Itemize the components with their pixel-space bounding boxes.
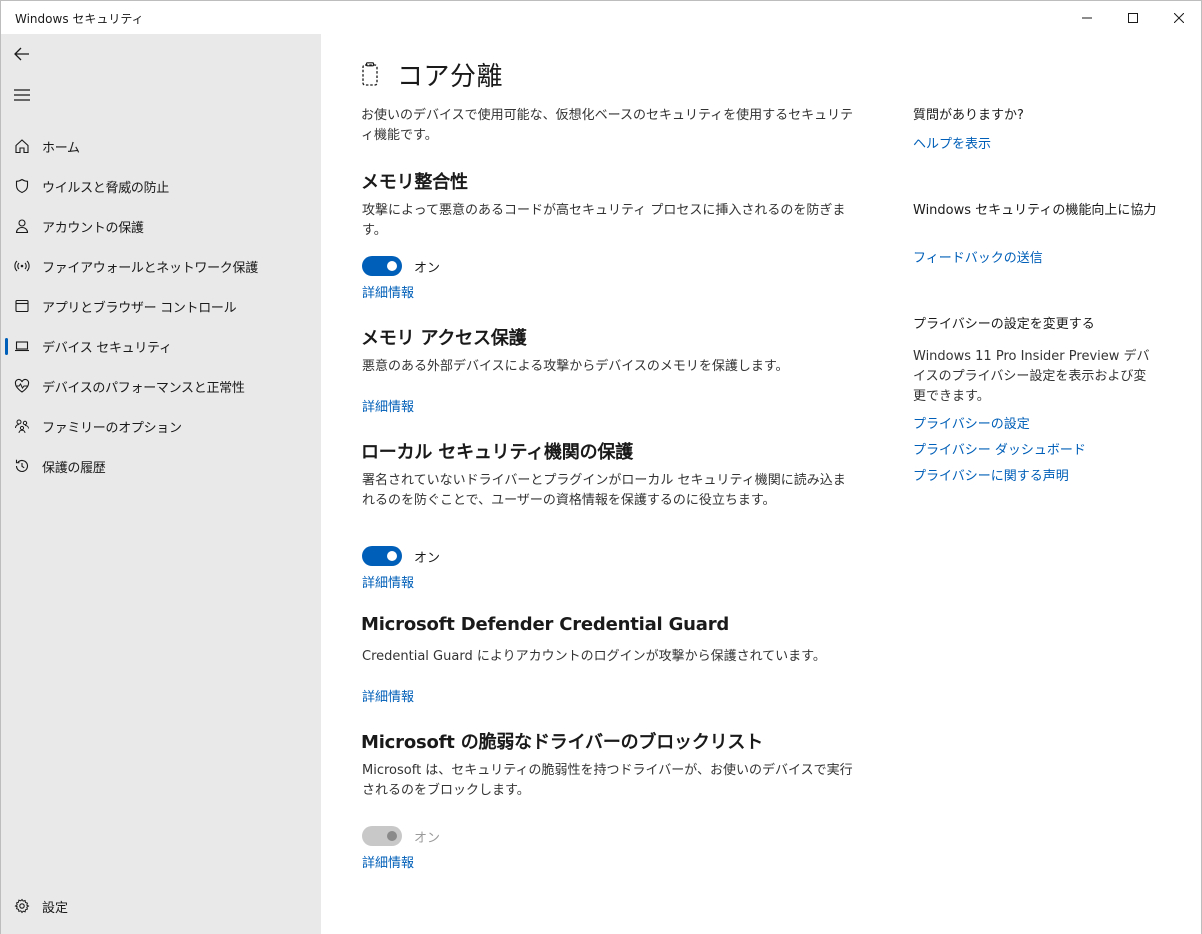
- wireless-icon: [13, 257, 31, 275]
- sidebar-item-label: ホーム: [42, 140, 80, 156]
- sidebar-item-label: ウイルスと脅威の防止: [42, 180, 170, 196]
- back-arrow-icon: [14, 47, 29, 61]
- driver-blocklist-toggle-label: オン: [414, 830, 441, 846]
- privacy-dashboard-link[interactable]: プライバシー ダッシュボード: [913, 439, 1086, 458]
- main-content: コア分離 お使いのデバイスで使用可能な、仮想化ベースのセキュリティを使用するセキ…: [321, 34, 1201, 934]
- maximize-icon: [1128, 12, 1138, 23]
- lsa-protection-description: 署名されていないドライバーとプラグインがローカル セキュリティ機関に読み込まれる…: [362, 473, 846, 508]
- memory-integrity-toggle[interactable]: [362, 256, 402, 276]
- lsa-protection-toggle-row: オン: [362, 546, 440, 566]
- person-icon: [13, 217, 31, 235]
- title-bar: Windows セキュリティ: [1, 1, 1201, 34]
- help-link[interactable]: ヘルプを表示: [913, 133, 991, 152]
- sidebar-item-family-options[interactable]: ファミリーのオプション: [1, 406, 321, 446]
- sidebar-item-firewall[interactable]: ファイアウォールとネットワーク保護: [1, 246, 321, 286]
- sidebar-item-settings[interactable]: 設定: [1, 886, 321, 926]
- gear-icon: [13, 897, 31, 915]
- sidebar-item-device-security[interactable]: デバイス セキュリティ: [1, 326, 321, 366]
- window-title: Windows セキュリティ: [15, 12, 144, 26]
- sidebar-item-label: 保護の履歴: [42, 460, 106, 476]
- question-heading: 質問がありますか?: [913, 108, 1024, 123]
- feedback-link[interactable]: フィードバックの送信: [913, 247, 1043, 266]
- home-icon: [13, 137, 31, 155]
- privacy-heading: プライバシーの設定を変更する: [913, 317, 1095, 332]
- memory-integrity-toggle-label: オン: [414, 260, 441, 276]
- menu-button[interactable]: [2, 79, 42, 111]
- privacy-settings-link[interactable]: プライバシーの設定: [913, 413, 1030, 432]
- toggle-knob: [387, 551, 397, 561]
- sidebar-nav: ホーム ウイルスと脅威の防止 アカウントの保護 ファイアウォールとネットワーク保…: [1, 126, 321, 486]
- family-icon: [13, 417, 31, 435]
- toggle-knob: [387, 261, 397, 271]
- driver-blocklist-toggle-row: オン: [362, 826, 440, 846]
- privacy-statement-link[interactable]: プライバシーに関する声明: [913, 465, 1069, 484]
- core-isolation-icon: [359, 60, 383, 90]
- sidebar-item-account-protection[interactable]: アカウントの保護: [1, 206, 321, 246]
- privacy-description: Windows 11 Pro Insider Preview デバイスのプライバ…: [913, 349, 1150, 404]
- memory-access-learn-more-link[interactable]: 詳細情報: [362, 396, 414, 415]
- page-header: コア分離: [359, 56, 503, 93]
- toggle-knob: [387, 831, 397, 841]
- credential-guard-learn-more-link[interactable]: 詳細情報: [362, 686, 414, 705]
- sidebar-item-label: アプリとブラウザー コントロール: [42, 300, 237, 316]
- history-icon: [13, 457, 31, 475]
- credential-guard-description: Credential Guard によりアカウントのログインが攻撃から保護されて…: [362, 649, 826, 664]
- back-button[interactable]: [2, 38, 42, 70]
- close-button[interactable]: [1156, 1, 1202, 34]
- shield-icon: [13, 177, 31, 195]
- driver-blocklist-toggle: [362, 826, 402, 846]
- credential-guard-title: Microsoft Defender Credential Guard: [361, 614, 730, 635]
- memory-integrity-description: 攻撃によって悪意のあるコードが高セキュリティ プロセスに挿入されるのを防ぎます。: [362, 203, 846, 238]
- sidebar-item-label: デバイス セキュリティ: [42, 340, 172, 356]
- sidebar-item-protection-history[interactable]: 保護の履歴: [1, 446, 321, 486]
- minimize-button[interactable]: [1064, 1, 1110, 34]
- driver-blocklist-learn-more-link[interactable]: 詳細情報: [362, 852, 414, 871]
- laptop-icon: [13, 337, 31, 355]
- app-window-icon: [13, 297, 31, 315]
- heart-pulse-icon: [13, 377, 31, 395]
- memory-integrity-learn-more-link[interactable]: 詳細情報: [362, 282, 414, 301]
- app-window: Windows セキュリティ ホーム ウイルスと脅威の防止 アカウントの保護 フ…: [0, 0, 1202, 934]
- improve-heading: Windows セキュリティの機能向上に協力: [913, 203, 1157, 218]
- page-title: コア分離: [397, 62, 504, 92]
- memory-access-title: メモリ アクセス保護: [361, 328, 527, 349]
- lsa-protection-toggle-label: オン: [414, 550, 441, 566]
- sidebar: ホーム ウイルスと脅威の防止 アカウントの保護 ファイアウォールとネットワーク保…: [1, 34, 321, 934]
- driver-blocklist-description: Microsoft は、セキュリティの脆弱性を持つドライバーが、お使いのデバイス…: [362, 763, 853, 798]
- lsa-protection-toggle[interactable]: [362, 546, 402, 566]
- sidebar-item-label: ファイアウォールとネットワーク保護: [42, 260, 258, 276]
- page-description: お使いのデバイスで使用可能な、仮想化ベースのセキュリティを使用するセキュリティ機…: [361, 108, 854, 143]
- lsa-protection-title: ローカル セキュリティ機関の保護: [361, 442, 633, 463]
- sidebar-item-label: アカウントの保護: [42, 220, 144, 236]
- sidebar-item-home[interactable]: ホーム: [1, 126, 321, 166]
- sidebar-item-virus-protection[interactable]: ウイルスと脅威の防止: [1, 166, 321, 206]
- lsa-protection-learn-more-link[interactable]: 詳細情報: [362, 572, 414, 591]
- sidebar-item-label: デバイスのパフォーマンスと正常性: [42, 380, 245, 396]
- minimize-icon: [1082, 17, 1092, 18]
- sidebar-item-device-performance[interactable]: デバイスのパフォーマンスと正常性: [1, 366, 321, 406]
- memory-access-description: 悪意のある外部デバイスによる攻撃からデバイスのメモリを保護します。: [362, 359, 789, 374]
- hamburger-icon: [14, 89, 30, 101]
- sidebar-item-label: ファミリーのオプション: [42, 420, 182, 436]
- sidebar-item-app-browser[interactable]: アプリとブラウザー コントロール: [1, 286, 321, 326]
- memory-integrity-toggle-row: オン: [362, 256, 440, 276]
- close-icon: [1174, 12, 1184, 23]
- settings-label: 設定: [42, 900, 69, 916]
- driver-blocklist-title: Microsoft の脆弱なドライバーのブロックリスト: [361, 732, 764, 753]
- maximize-button[interactable]: [1110, 1, 1156, 34]
- memory-integrity-title: メモリ整合性: [361, 172, 468, 193]
